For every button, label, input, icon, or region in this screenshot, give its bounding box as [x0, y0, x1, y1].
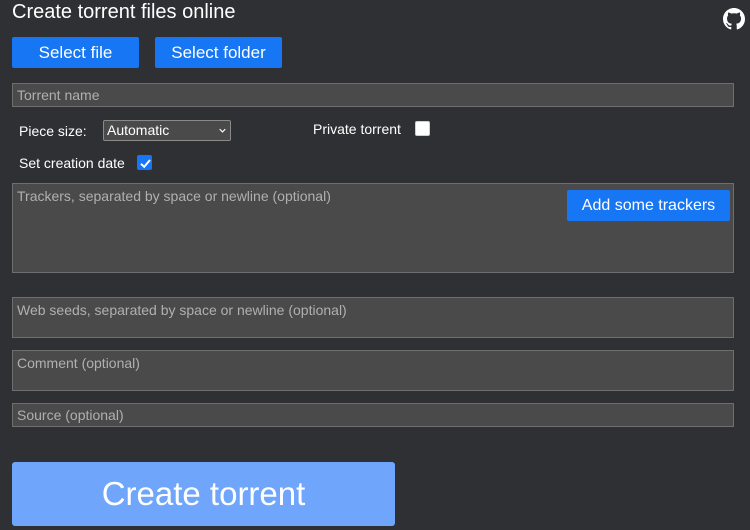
creation-date-checkbox[interactable] — [137, 155, 152, 170]
checkmark-icon — [140, 159, 151, 169]
select-folder-button[interactable]: Select folder — [155, 37, 282, 68]
add-trackers-button[interactable]: Add some trackers — [567, 190, 730, 221]
chevron-down-icon — [219, 128, 226, 133]
private-torrent-checkbox[interactable] — [415, 121, 430, 136]
select-file-button[interactable]: Select file — [12, 37, 139, 68]
github-icon[interactable] — [723, 8, 745, 30]
page-title: Create torrent files online — [12, 1, 236, 23]
comment-textarea[interactable]: Comment (optional) — [12, 350, 734, 391]
piece-size-label: Piece size: — [19, 123, 87, 139]
source-input[interactable]: Source (optional) — [12, 403, 734, 427]
create-torrent-button[interactable]: Create torrent — [12, 462, 395, 526]
piece-size-select[interactable]: Automatic — [103, 120, 231, 141]
piece-size-value: Automatic — [107, 122, 170, 138]
torrent-creator-page: Create torrent files online Select file … — [0, 0, 750, 530]
private-torrent-label: Private torrent — [313, 121, 401, 137]
web-seeds-textarea[interactable]: Web seeds, separated by space or newline… — [12, 297, 734, 338]
torrent-name-input[interactable]: Torrent name — [12, 83, 734, 107]
creation-date-label: Set creation date — [19, 155, 125, 171]
